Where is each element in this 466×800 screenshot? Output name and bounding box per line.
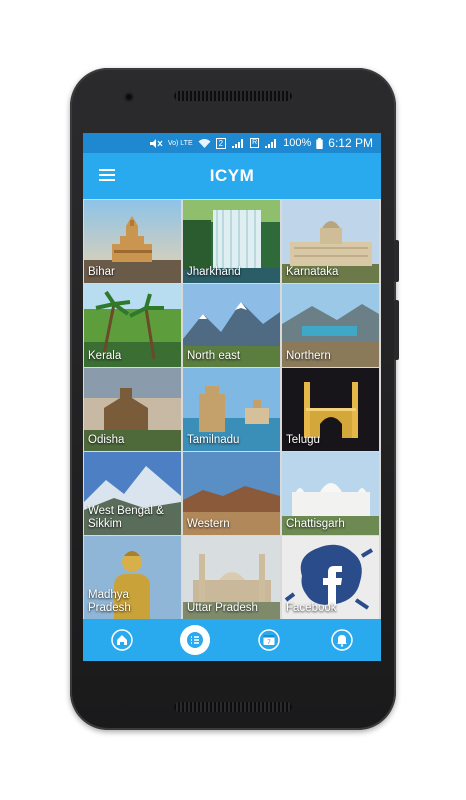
bottom-navigation: 7 [83,619,381,661]
app-screen: Vo) LTE 2 R 100% 6:12 PM ICYM Bihar Jhar… [83,133,381,661]
tile-jharkhand[interactable]: Jharkhand [183,200,280,283]
tile-label: Bihar [88,266,115,278]
tile-madhya-pradesh[interactable]: Madhya Pradesh [84,536,181,619]
tile-western[interactable]: Western [183,452,280,535]
tile-facebook[interactable]: Facebook [282,536,379,619]
status-time: 6:12 PM [328,136,373,150]
signal-icon-2 [265,138,277,148]
tile-label: Odisha [88,434,125,446]
power-button [394,240,399,282]
nav-list[interactable] [180,625,210,655]
tile-odisha[interactable]: Odisha [84,368,181,451]
calendar-icon: 7 [258,629,280,651]
tile-label: Kerala [88,350,122,362]
mute-icon [149,138,163,148]
wifi-icon [198,138,211,148]
tile-telugu[interactable]: Telugu [282,368,379,451]
top-speaker [174,91,292,101]
battery-percent: 100% [283,137,312,149]
bell-icon [331,629,353,651]
tile-label: North east [187,350,241,362]
volume-button [394,300,399,360]
tile-chattisgarh[interactable]: Chattisgarh [282,452,379,535]
front-camera [124,92,134,102]
tile-label: West Bengal & Sikkim [88,505,164,530]
tile-label: Jharkhand [187,266,241,278]
tile-label: Madhya Pradesh [88,589,131,614]
app-bar: ICYM [83,153,381,199]
tile-label: Facebook [286,602,337,614]
tile-north-east[interactable]: North east [183,284,280,367]
tile-label: Karnataka [286,266,339,278]
sim-indicator: 2 [215,137,227,149]
tile-bihar[interactable]: Bihar [84,200,181,283]
tile-label: Uttar Pradesh [187,602,258,614]
bottom-speaker [174,702,292,712]
tile-northern[interactable]: Northern [282,284,379,367]
home-icon [111,629,133,651]
battery-icon [316,137,324,149]
nav-home[interactable] [107,625,137,655]
roaming-indicator: R [250,138,260,148]
tile-tamilnadu[interactable]: Tamilnadu [183,368,280,451]
tile-kerala[interactable]: Kerala [84,284,181,367]
app-title: ICYM [209,166,255,185]
tile-label: Western [187,518,230,530]
tile-karnataka[interactable]: Karnataka [282,200,379,283]
tile-uttar-pradesh[interactable]: Uttar Pradesh [183,536,280,619]
list-icon [187,632,203,648]
volte-indicator: Vo) LTE [167,139,193,147]
tile-label: Tamilnadu [187,434,240,446]
tile-west-bengal-sikkim[interactable]: West Bengal & Sikkim [84,452,181,535]
tile-label: Northern [286,350,331,362]
signal-icon [232,138,244,148]
nav-calendar[interactable]: 7 [254,625,284,655]
tile-label: Telugu [286,434,320,446]
region-grid: Bihar Jharkhand Karnataka Kerala North e… [83,199,381,619]
status-bar: Vo) LTE 2 R 100% 6:12 PM [83,133,381,153]
tile-label: Chattisgarh [286,518,345,530]
nav-notifications[interactable] [327,625,357,655]
